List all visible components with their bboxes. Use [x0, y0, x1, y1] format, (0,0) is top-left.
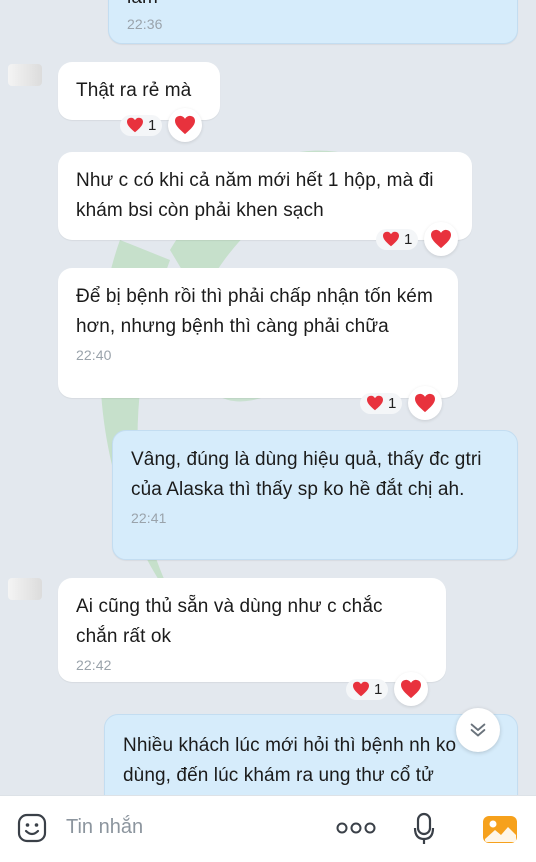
heart-icon: [175, 115, 196, 135]
heart-icon: [127, 117, 143, 133]
message-text: lắm: [127, 0, 499, 9]
message-text: Vâng, đúng là dùng hiệu quả, thấy đc gtr…: [131, 449, 482, 500]
message-text: Thật ra rẻ mà: [76, 80, 192, 101]
message-time: 22:40: [76, 347, 112, 363]
message-text: Ai cũng thủ sẵn và dùng như c chắc chắn …: [76, 596, 383, 647]
react-heart-button[interactable]: [408, 386, 443, 420]
reaction-count: 1: [388, 394, 397, 412]
heart-icon: [431, 229, 452, 249]
more-button[interactable]: [334, 810, 378, 846]
reaction-bar[interactable]: 1: [346, 672, 429, 706]
avatar[interactable]: [8, 578, 42, 600]
emoji-button[interactable]: [14, 810, 50, 846]
react-heart-button[interactable]: [168, 108, 203, 142]
avatar[interactable]: [8, 64, 42, 86]
reaction-count: 1: [148, 116, 157, 134]
heart-icon: [353, 681, 369, 697]
reaction-bar[interactable]: 1: [376, 222, 459, 256]
message-input[interactable]: Tin nhắn: [66, 816, 143, 839]
message-text: Nhiều khách lúc mới hỏi thì bệnh nh ko d…: [123, 735, 457, 786]
message-time: 22:41: [131, 510, 167, 526]
message-bubble-outgoing[interactable]: lắm 22:36: [108, 0, 518, 44]
react-heart-button[interactable]: [394, 672, 429, 706]
heart-icon: [401, 679, 422, 699]
voice-button[interactable]: [410, 810, 438, 848]
reaction-bar[interactable]: 1: [120, 108, 203, 142]
reaction-bar[interactable]: 1: [360, 386, 443, 420]
emoji-icon: [17, 813, 47, 843]
heart-icon: [415, 393, 436, 413]
more-icon: [336, 822, 376, 834]
message-input-bar: Tin nhắn: [0, 795, 536, 862]
scroll-to-bottom-button[interactable]: [456, 708, 500, 752]
message-text: Như c có khi cả năm mới hết 1 hộp, mà đi…: [76, 170, 434, 221]
heart-icon: [383, 231, 399, 247]
reaction-count-badge[interactable]: 1: [346, 678, 389, 700]
reaction-count-badge[interactable]: 1: [376, 228, 419, 250]
message-bubble-incoming[interactable]: Để bị bệnh rồi thì phải chấp nhận tốn ké…: [58, 268, 458, 398]
image-button[interactable]: [480, 810, 520, 848]
message-bubble-incoming[interactable]: Ai cũng thủ sẵn và dùng như c chắc chắn …: [58, 578, 446, 682]
reaction-count: 1: [404, 230, 413, 248]
message-time: 22:36: [127, 16, 163, 32]
chat-area: lắm 22:36 Thật ra rẻ mà 1 Như c có khi c…: [0, 0, 536, 795]
reaction-count: 1: [374, 680, 383, 698]
message-text: Để bị bệnh rồi thì phải chấp nhận tốn ké…: [76, 286, 433, 337]
image-icon: [483, 816, 517, 843]
reaction-count-badge[interactable]: 1: [120, 114, 163, 136]
heart-icon: [367, 395, 383, 411]
react-heart-button[interactable]: [424, 222, 459, 256]
reaction-count-badge[interactable]: 1: [360, 392, 403, 414]
message-time: 22:42: [76, 657, 112, 673]
microphone-icon: [413, 812, 435, 844]
chevron-down-icon: [470, 723, 486, 737]
message-bubble-outgoing[interactable]: Vâng, đúng là dùng hiệu quả, thấy đc gtr…: [112, 430, 518, 560]
